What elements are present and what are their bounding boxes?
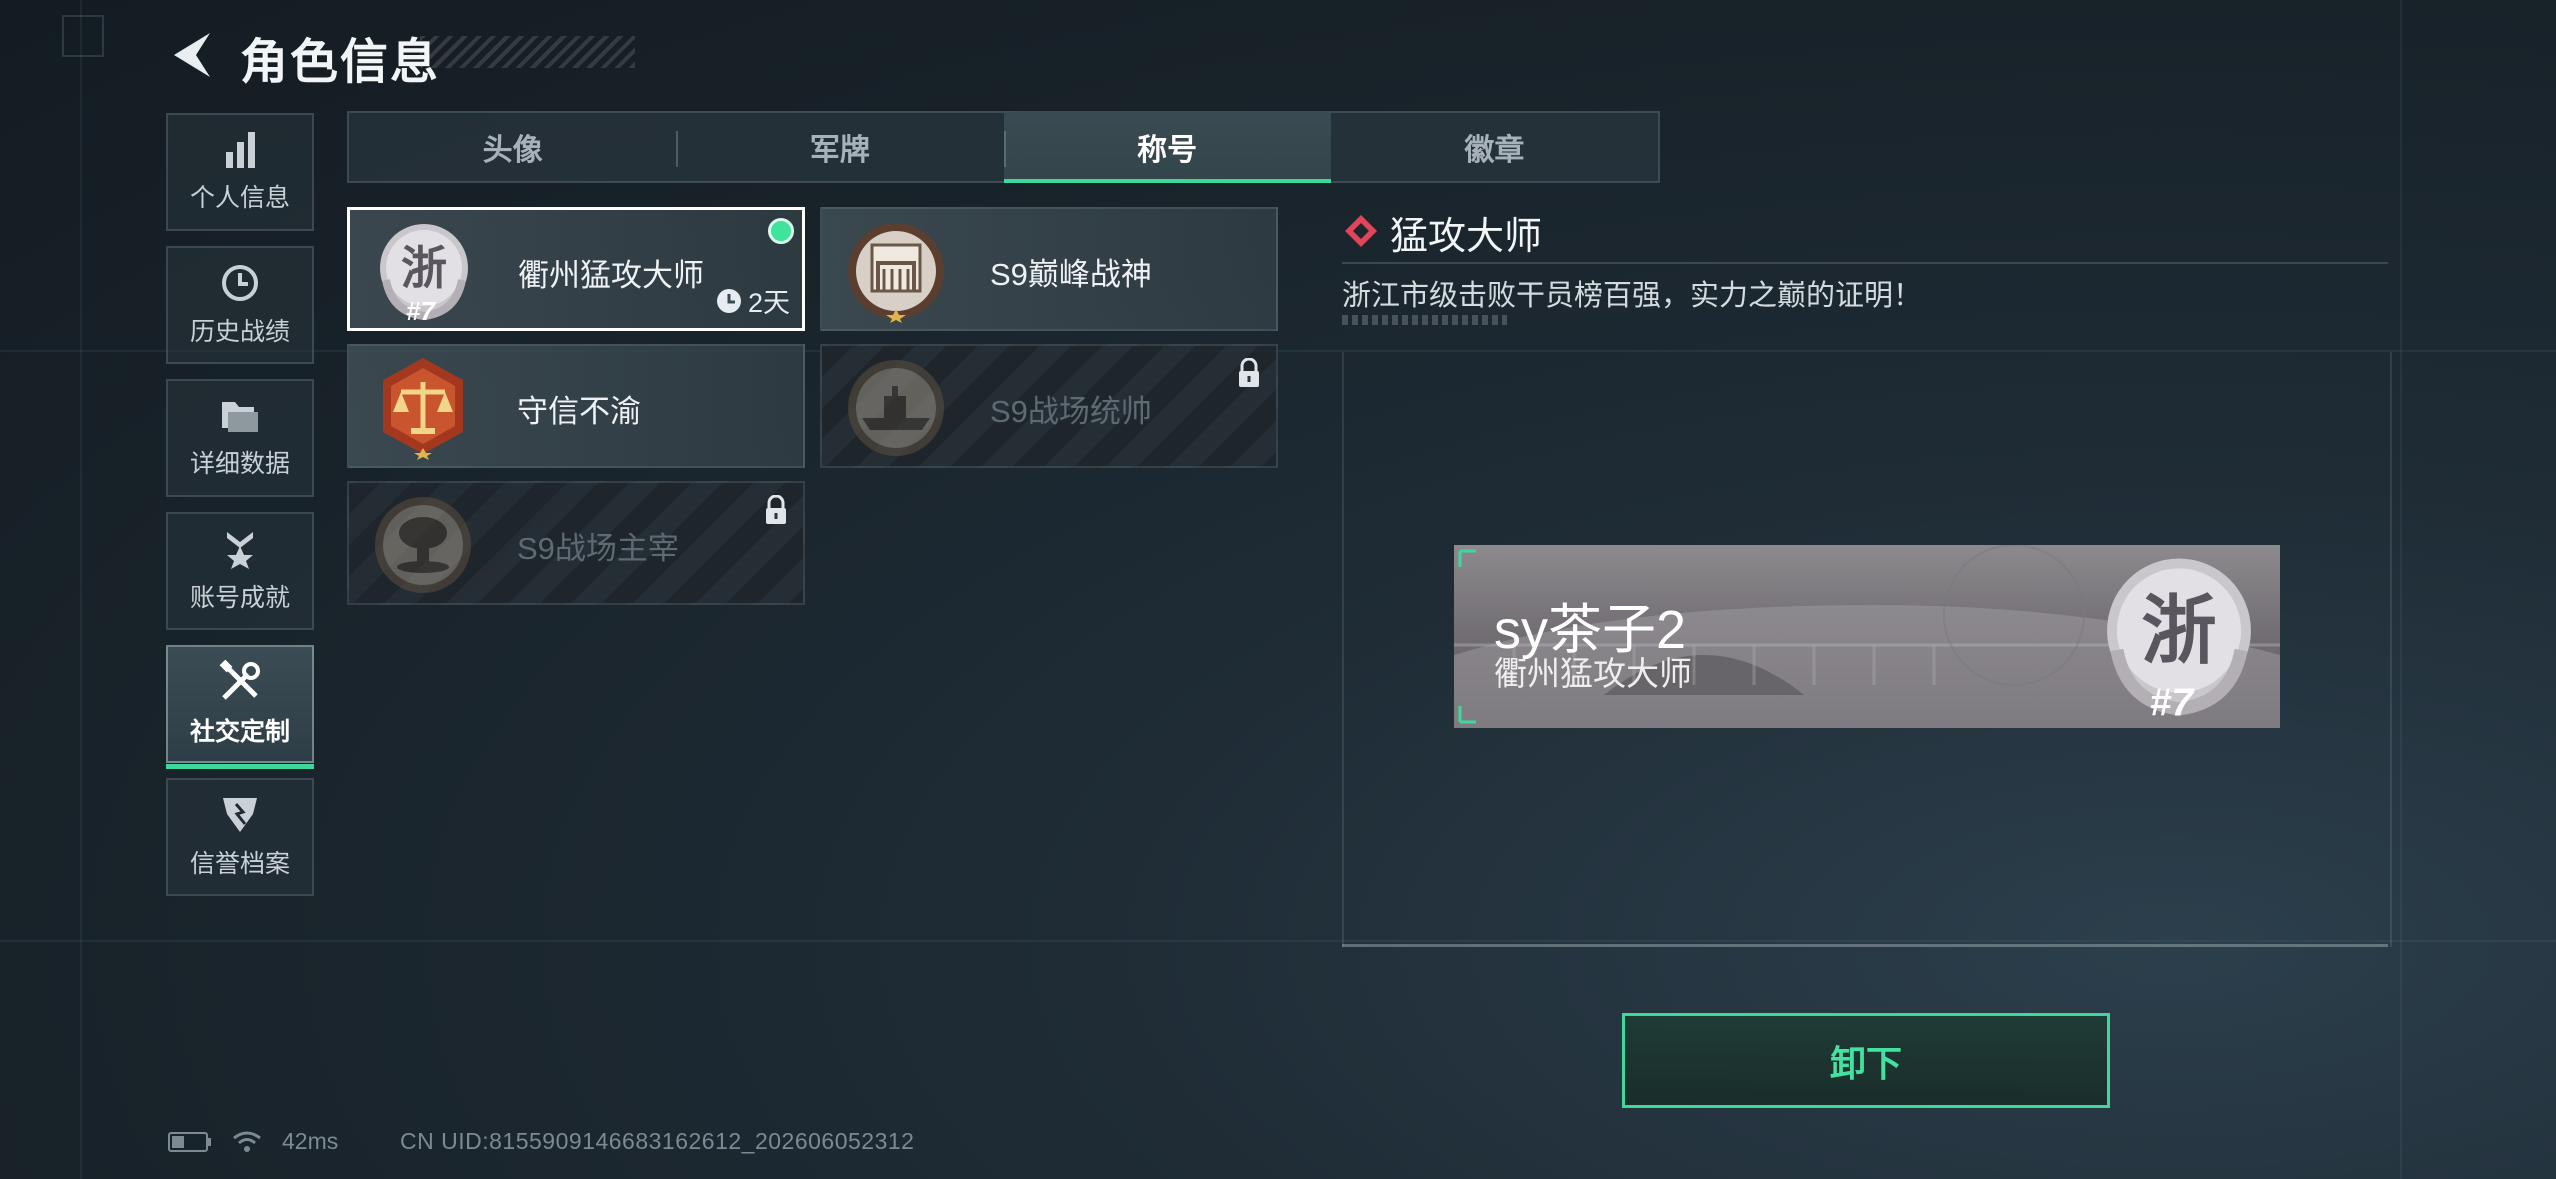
sidebar-item-label: 历史战绩: [189, 318, 290, 346]
scales-emblem: [383, 358, 463, 460]
credit-shield-icon: [223, 798, 257, 832]
clock-icon: [716, 288, 741, 313]
sidebar-item-history[interactable]: 历史战绩: [166, 246, 314, 364]
title-card-s9-battlefield-commander[interactable]: S9战场统帅: [820, 344, 1278, 468]
sidebar-item-label: 信誉档案: [189, 850, 290, 878]
folder-icon: [222, 402, 258, 432]
grid-line: [2400, 0, 2402, 1179]
back-button[interactable]: [160, 25, 220, 85]
timer-text: 2天: [747, 288, 790, 318]
tab-badge[interactable]: 徽章: [1331, 113, 1658, 181]
sidebar-item-credit-record[interactable]: 信誉档案: [166, 778, 314, 896]
svg-text:#7: #7: [406, 296, 436, 324]
title-card-quzhou-master[interactable]: 浙 #7 衢州猛攻大师 2天: [347, 207, 805, 331]
zhe-rank-emblem: 浙 #7: [2107, 558, 2251, 723]
tab-title[interactable]: 称号: [1003, 113, 1332, 183]
title-name: S9战场统帅: [990, 394, 1152, 429]
divider: [1342, 262, 2388, 264]
back-arrow-icon: [174, 33, 210, 77]
page-title: 角色信息: [240, 36, 441, 89]
category-tabs: 头像 军牌 称号 徽章: [347, 111, 1660, 183]
tab-avatar[interactable]: 头像: [349, 113, 676, 181]
title-card-keep-faith[interactable]: 守信不渝: [347, 344, 805, 468]
status-bar: 42ms: [168, 1128, 338, 1155]
title-name: S9战场主宰: [517, 531, 679, 566]
timer: 2天: [716, 281, 790, 320]
title-banner-preview: sy茶子2 衢州猛攻大师 浙 #7: [1454, 545, 2280, 728]
title-name: S9巅峰战神: [990, 257, 1152, 292]
preview-frame-bottom: [1342, 944, 2388, 947]
svg-text:浙: 浙: [401, 241, 447, 295]
title-stripes: [420, 36, 635, 68]
svg-text:浙: 浙: [2141, 586, 2216, 675]
title-card-s9-battlefield-dominator[interactable]: S9战场主宰: [347, 481, 805, 605]
history-clock-icon: [222, 265, 258, 301]
grid-line: [80, 0, 82, 1179]
bar-chart-icon: [226, 132, 255, 168]
wifi-icon: [233, 1131, 261, 1152]
title-name: 衢州猛攻大师: [518, 258, 704, 293]
sidebar-item-social-custom[interactable]: 社交定制: [166, 645, 314, 769]
tools-icon: [219, 660, 260, 700]
sidebar-item-achievements[interactable]: 账号成就: [166, 512, 314, 630]
sidebar-item-personal-info[interactable]: 个人信息: [166, 113, 314, 231]
tab-dog-tag[interactable]: 军牌: [676, 113, 1003, 181]
sidebar-item-label: 社交定制: [189, 718, 290, 746]
mushroom-cloud-emblem: [375, 497, 471, 593]
ping-text: 42ms: [282, 1128, 339, 1154]
uid-text: CN UID:8155909146683162612_202606052312: [400, 1128, 915, 1154]
sidebar-item-label: 详细数据: [189, 450, 290, 478]
diamond-icon: [1345, 215, 1377, 247]
lock-icon: [1239, 358, 1259, 387]
zhe-rank-emblem: 浙 #7: [380, 224, 468, 324]
svg-text:#7: #7: [2150, 680, 2196, 723]
battery-icon: [168, 1131, 211, 1152]
gate-star-emblem: [848, 223, 944, 323]
unequip-button[interactable]: 卸下: [1622, 1013, 2110, 1108]
banner-title: 衢州猛攻大师: [1494, 655, 1692, 692]
sidebar-item-label: 个人信息: [189, 184, 290, 212]
corner-deco: [62, 15, 104, 57]
title-name: 守信不渝: [517, 394, 641, 429]
detail-description: 浙江市级击败干员榜百强，实力之巅的证明！: [1342, 280, 1923, 312]
detail-subtext-deco: [1342, 315, 1507, 325]
detail-title: 猛攻大师: [1390, 216, 1543, 258]
lock-icon: [766, 495, 786, 524]
warship-emblem: [848, 360, 944, 456]
sidebar-item-label: 账号成就: [189, 584, 290, 612]
equipped-indicator: [768, 218, 794, 244]
title-card-s9-peak-warlord[interactable]: S9巅峰战神: [820, 207, 1278, 331]
sidebar-item-detailed-data[interactable]: 详细数据: [166, 379, 314, 497]
achievement-medal-icon: [227, 532, 253, 569]
